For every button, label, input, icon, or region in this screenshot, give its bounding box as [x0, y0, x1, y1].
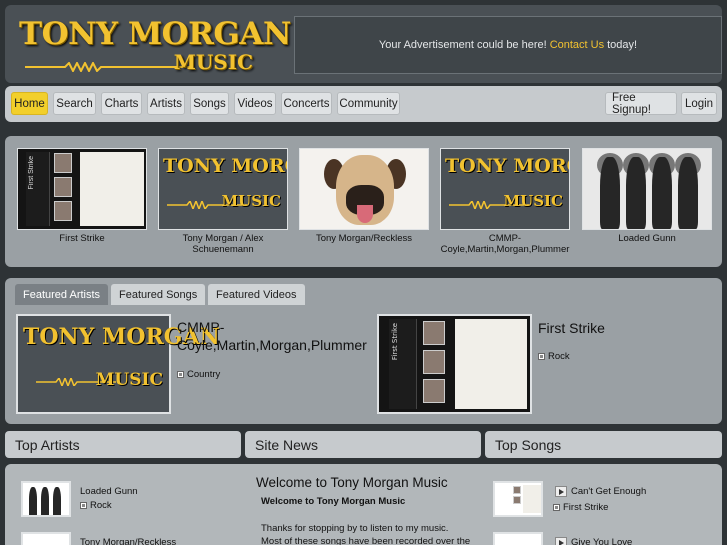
carousel-item[interactable]: Loaded Gunn	[582, 148, 712, 244]
featured-artist-genre: Country	[177, 369, 220, 380]
carousel-caption: First Strike	[59, 233, 105, 244]
top-artists-header: Top Artists	[5, 431, 241, 458]
song-artist: First Strike	[553, 502, 608, 513]
ad-text: Your Advertisement could be here!	[378, 39, 547, 51]
nav-artists[interactable]: Artists	[147, 92, 185, 115]
nav-charts[interactable]: Charts	[101, 92, 142, 115]
site-news-header: Site News	[245, 431, 481, 458]
nav-songs[interactable]: Songs	[190, 92, 229, 115]
nav-videos[interactable]: Videos	[234, 92, 276, 115]
site-header: TONY MORGAN MUSIC Your Advertisement cou…	[5, 5, 722, 83]
play-icon[interactable]	[555, 537, 567, 545]
artist-genre: Rock	[80, 500, 112, 511]
play-icon[interactable]	[555, 486, 567, 497]
nav-community[interactable]: Community	[337, 92, 400, 115]
artist-logo-image: TONY MORGAN MUSIC	[440, 148, 570, 230]
featured-tabs-panel: Featured Artists Featured Songs Featured…	[5, 278, 722, 424]
genre-tag-icon	[80, 502, 87, 509]
tab-featured-songs[interactable]: Featured Songs	[111, 284, 206, 305]
advertisement-banner: Your Advertisement could be here! Contac…	[294, 16, 722, 74]
logo-subtitle: MUSIC	[173, 50, 253, 74]
featured-carousel: First Strike First Strike TONY MORGAN MU…	[5, 136, 722, 267]
song-row: Can't Get Enough	[555, 486, 646, 497]
artist-tag-icon	[553, 504, 560, 511]
nav-concerts[interactable]: Concerts	[281, 92, 332, 115]
nav-search[interactable]: Search	[53, 92, 96, 115]
album-cover-image: First Strike	[17, 148, 147, 230]
featured-artist-image[interactable]: TONY MORGAN MUSIC	[16, 314, 220, 414]
featured-artist-image[interactable]: First Strike	[377, 314, 532, 414]
song-title-link[interactable]: Can't Get Enough	[571, 486, 646, 497]
song-title-link[interactable]: Give You Love	[571, 537, 632, 545]
featured-artist-name[interactable]: CMMP-Coyle,Martin,Morgan,Plummer	[177, 318, 367, 354]
dog-photo-image	[299, 148, 429, 230]
song-row: Give You Love	[555, 537, 632, 545]
artist-thumbnail[interactable]	[21, 481, 71, 517]
logo-title: TONY MORGAN	[19, 16, 291, 52]
login-button[interactable]: Login	[681, 92, 717, 115]
tab-featured-videos[interactable]: Featured Videos	[208, 284, 305, 305]
carousel-caption: CMMP-Coyle,Martin,Morgan,Plummer	[440, 233, 570, 255]
featured-artist-name[interactable]: First Strike	[538, 319, 605, 337]
song-thumbnail[interactable]	[493, 532, 543, 545]
genre-tag-icon	[177, 371, 184, 378]
carousel-item[interactable]: TONY MORGAN MUSIC Tony Morgan / Alex Sch…	[158, 148, 288, 255]
news-title[interactable]: Welcome to Tony Morgan Music	[256, 475, 448, 490]
tab-featured-artists[interactable]: Featured Artists	[15, 284, 109, 305]
carousel-caption: Tony Morgan / Alex Schuenemann	[182, 233, 264, 255]
contact-us-link[interactable]: Contact Us	[550, 39, 604, 51]
artist-name-link[interactable]: Loaded Gunn	[80, 486, 138, 497]
carousel-caption: Loaded Gunn	[618, 233, 676, 244]
news-subtitle: Welcome to Tony Morgan Music	[261, 496, 406, 507]
carousel-item[interactable]: First Strike First Strike	[17, 148, 147, 244]
main-navigation: Home Search Charts Artists Songs Videos …	[5, 86, 722, 122]
carousel-caption: Tony Morgan/Reckless	[315, 233, 413, 244]
logo-wave-graphic	[25, 62, 193, 72]
site-logo[interactable]: TONY MORGAN MUSIC	[19, 16, 291, 76]
top-songs-header: Top Songs	[485, 431, 722, 458]
artist-logo-image: TONY MORGAN MUSIC	[158, 148, 288, 230]
free-signup-button[interactable]: Free Signup!	[605, 92, 677, 116]
content-area: Loaded Gunn Rock Tony Morgan/Reckless We…	[5, 464, 722, 545]
artist-name-link[interactable]: Tony Morgan/Reckless	[80, 537, 176, 545]
carousel-item[interactable]: TONY MORGAN MUSIC CMMP-Coyle,Martin,Morg…	[440, 148, 570, 255]
nav-home[interactable]: Home	[11, 92, 48, 115]
featured-artist-genre: Rock	[538, 351, 570, 362]
news-body: Thanks for stopping by to listen to my m…	[261, 523, 471, 545]
genre-tag-icon	[538, 353, 545, 360]
song-thumbnail[interactable]	[493, 481, 543, 517]
ad-text-end: today!	[607, 39, 638, 51]
band-photo-image	[582, 148, 712, 230]
carousel-item[interactable]: Tony Morgan/Reckless	[299, 148, 429, 244]
artist-thumbnail[interactable]	[21, 532, 71, 545]
